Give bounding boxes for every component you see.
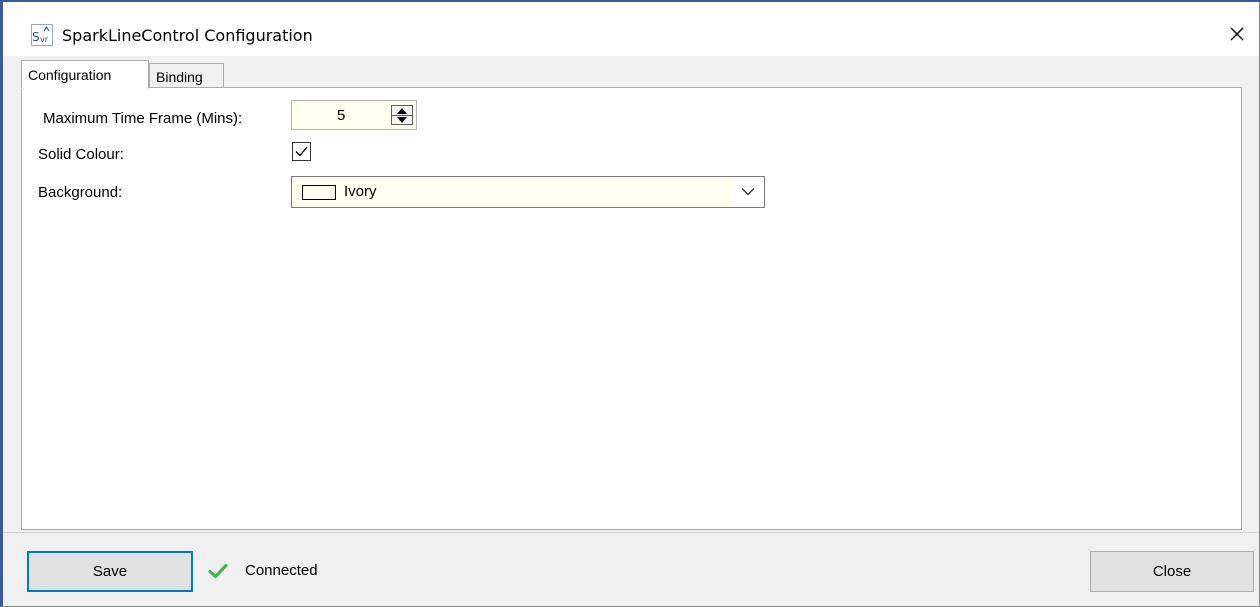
checkmark-icon <box>295 146 308 157</box>
color-swatch <box>302 185 336 200</box>
tab-binding[interactable]: Binding <box>149 63 224 88</box>
dropdown-button[interactable] <box>731 177 764 207</box>
svg-text:vr: vr <box>40 35 49 44</box>
svg-text:S: S <box>32 30 40 44</box>
footer-divider <box>3 532 1259 533</box>
spin-buttons[interactable] <box>391 105 413 125</box>
solid-colour-label: Solid Colour: <box>38 146 124 163</box>
background-value: Ivory <box>344 183 377 200</box>
window-title: SparkLineControl Configuration <box>62 26 313 45</box>
svr-app-icon: S vr <box>31 24 53 46</box>
chevron-down-icon <box>741 188 755 196</box>
close-icon[interactable] <box>1225 22 1249 46</box>
background-dropdown[interactable]: Ivory <box>291 176 765 208</box>
check-icon <box>208 563 228 579</box>
solid-colour-checkbox[interactable] <box>292 142 311 161</box>
dialog-window: S vr SparkLineControl Configuration Conf… <box>0 0 1260 607</box>
time-frame-value[interactable]: 5 <box>337 107 345 124</box>
tab-configuration[interactable]: Configuration <box>21 60 149 89</box>
background-label: Background: <box>38 184 123 201</box>
close-button[interactable]: Close <box>1090 551 1254 592</box>
tab-strip: Configuration Binding <box>21 60 1241 89</box>
time-frame-label: Maximum Time Frame (Mins): <box>43 110 243 127</box>
time-frame-stepper[interactable]: 5 <box>291 100 417 130</box>
configuration-panel: Maximum Time Frame (Mins): 5 Solid Colou… <box>21 87 1242 530</box>
spin-down-icon[interactable] <box>397 117 407 123</box>
save-button[interactable]: Save <box>27 551 193 592</box>
connection-status: Connected <box>245 562 318 579</box>
spin-up-icon[interactable] <box>397 108 407 114</box>
title-bar[interactable]: S vr SparkLineControl Configuration <box>3 2 1259 56</box>
spin-divider <box>392 115 412 116</box>
